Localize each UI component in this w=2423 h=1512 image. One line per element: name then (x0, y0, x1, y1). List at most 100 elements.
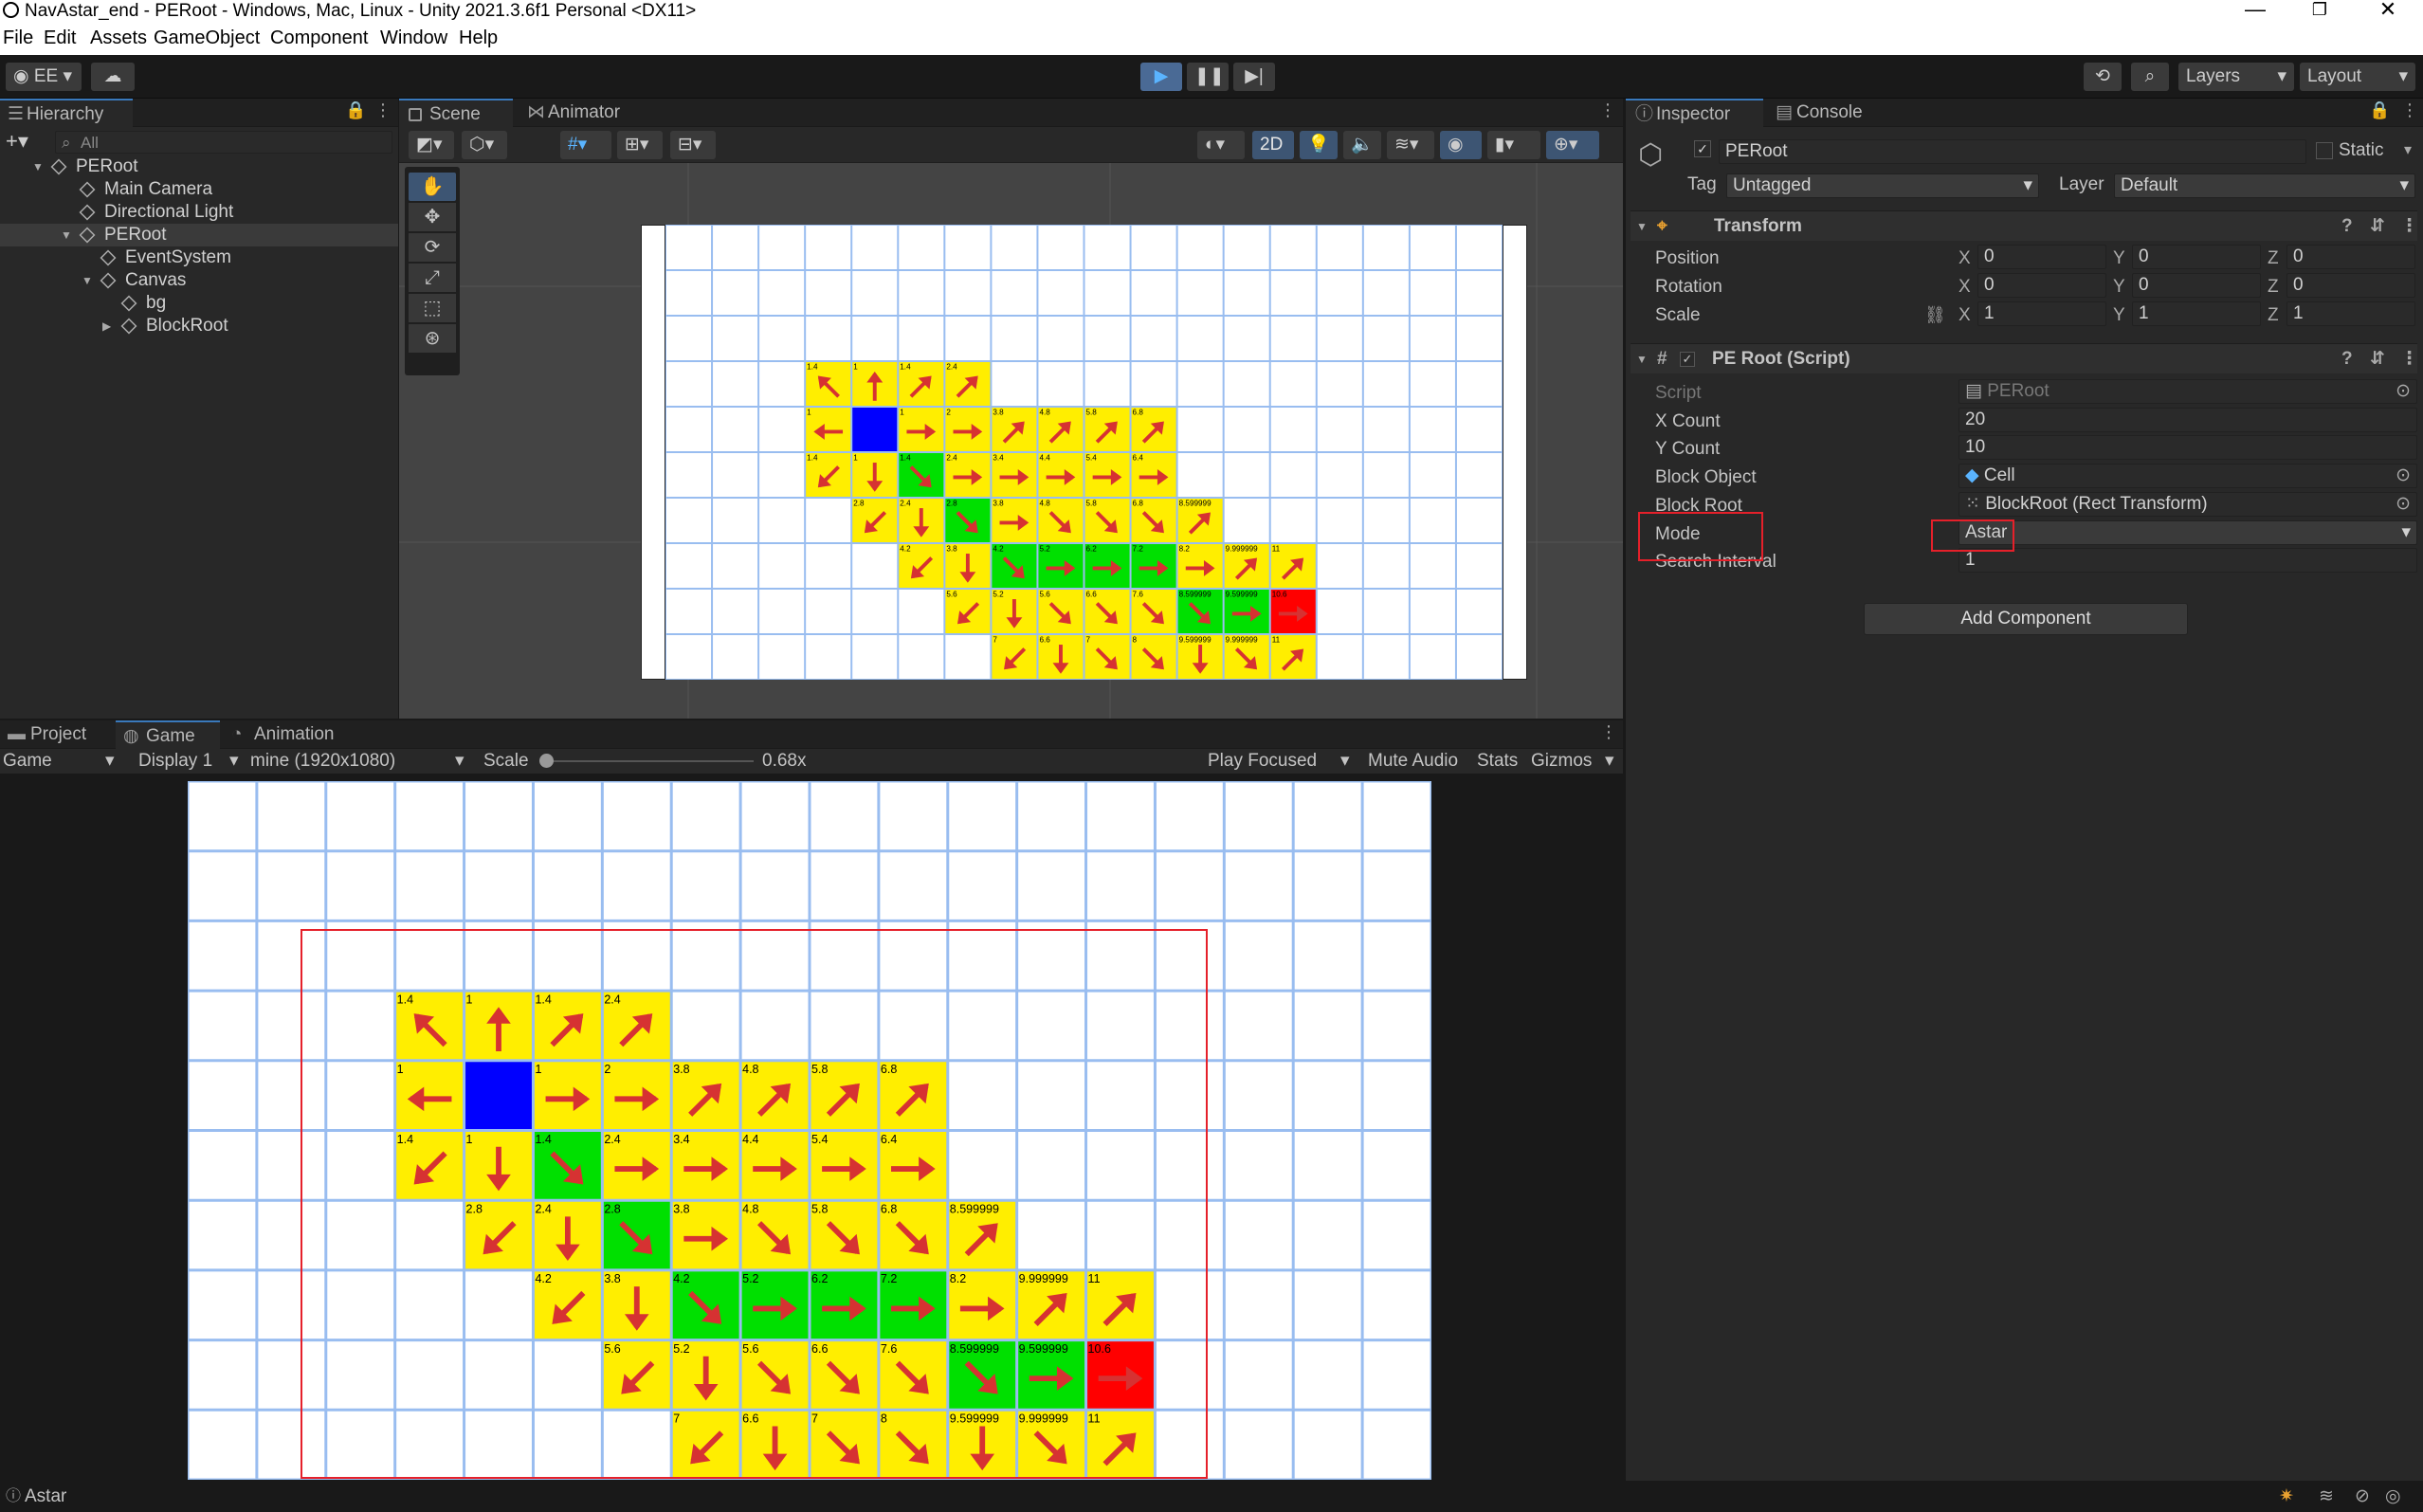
panel-menu-icon[interactable]: ⋮ (374, 100, 392, 120)
hierarchy-item[interactable]: ▶ BlockRoot (0, 315, 398, 337)
y-count-field[interactable]: 10 (1958, 435, 2417, 461)
block-object-field[interactable]: ◆ ⊙ Cell (1958, 464, 2417, 489)
grid-cell[interactable]: 9.999999 (1223, 543, 1270, 589)
script-enabled-checkbox[interactable]: ✓ (1680, 352, 1695, 367)
grid-cell[interactable]: 2 (944, 407, 992, 452)
grid-cell[interactable]: 8.599999 (1176, 589, 1224, 634)
grid-cell[interactable]: 9.599999 (1223, 589, 1270, 634)
transform-tool[interactable]: ⊛ (409, 324, 456, 353)
grid-cell[interactable]: 7.6 (1130, 589, 1177, 634)
tag-dropdown[interactable]: Untagged ▾ (1726, 173, 2039, 198)
game-menu-icon[interactable]: ⋮ (1600, 722, 1617, 742)
lock-icon[interactable]: 🔒 (2369, 100, 2390, 120)
close-button[interactable]: ✕ (2366, 0, 2410, 23)
scene-grid[interactable]: 1.4 1 1.4 2.41 1 2 3.8 4.8 5.8 6.81.4 1 1.4 2.4 3.4 4.… (665, 225, 1503, 680)
cloud-button[interactable]: ☁ (91, 63, 135, 91)
move-tool[interactable]: ✥ (409, 203, 456, 231)
transform-position-x-field[interactable]: 0 (1977, 245, 2106, 269)
hierarchy-item[interactable]: ▼ PERoot (0, 224, 398, 246)
search-interval-field[interactable]: 1 (1958, 548, 2417, 574)
pause-button[interactable]: ❚❚ (1187, 63, 1229, 91)
gizmos-dropdown[interactable]: Gizmos ▾ (1531, 749, 1614, 774)
game-mode-dropdown[interactable]: Game ▾ (3, 749, 115, 774)
add-component-button[interactable]: Add Component (1864, 603, 2188, 635)
play-button[interactable]: ▶ (1140, 63, 1182, 91)
preset-icon[interactable]: ⇵ (2370, 211, 2385, 242)
hierarchy-item[interactable]: bg (0, 292, 398, 315)
progress-icon[interactable]: ◎ (2385, 1482, 2401, 1512)
grid-cell[interactable]: 6.8 (1130, 498, 1177, 543)
transform-position-y-field[interactable]: 0 (2132, 245, 2261, 269)
grid-cell[interactable]: 6.4 (1130, 452, 1177, 498)
grid-cell[interactable]: 4.8 (1037, 407, 1084, 452)
grid-cell[interactable]: 1.4 (898, 361, 945, 407)
step-button[interactable]: ▶| (1233, 63, 1275, 91)
tab-hierarchy[interactable]: ☰ Hierarchy (0, 99, 133, 127)
hierarchy-item[interactable]: EventSystem (0, 246, 398, 269)
grid-cell[interactable]: 11 (1269, 543, 1317, 589)
grid-cell[interactable]: 5.4 (1084, 452, 1131, 498)
transform-scale-z-field[interactable]: 1 (2286, 301, 2415, 326)
transform-scale-x-field[interactable]: 1 (1977, 301, 2106, 326)
grid-cell[interactable]: 3.4 (991, 452, 1038, 498)
transform-header[interactable]: ▼ ⌖ Transform ? ⇵ ⋮ (1631, 210, 2418, 242)
grid-cell[interactable]: 9.599999 (1176, 634, 1224, 680)
create-button[interactable]: +▾ (6, 129, 34, 154)
grid-cell[interactable]: 1.4 (805, 452, 852, 498)
active-checkbox[interactable]: ✓ (1694, 140, 1711, 157)
grid-cell[interactable]: 8.2 (1176, 543, 1224, 589)
help-icon[interactable]: ? (2341, 211, 2353, 242)
rect-tool[interactable]: ⬚ (409, 294, 456, 322)
grid-cell[interactable]: 5.2 (991, 589, 1038, 634)
rotate-tool[interactable]: ⟳ (409, 233, 456, 262)
grid-cell[interactable]: 1.4 (805, 361, 852, 407)
network-icon[interactable]: ⊘ (2355, 1482, 2370, 1512)
grid-cell[interactable]: 2.4 (898, 498, 945, 543)
menu-edit[interactable]: Edit (44, 27, 76, 49)
draw-mode-button[interactable]: ◩▾ (409, 131, 454, 159)
tab-animation[interactable]: ◔ Animation (224, 720, 366, 749)
account-dropdown[interactable]: ◉ EE ▾ (6, 63, 82, 91)
display-dropdown[interactable]: Display 1 ▾ (138, 749, 239, 774)
grid-snap-button[interactable]: #▾ (560, 131, 611, 159)
script-field[interactable]: ▤ ⊙ PERoot (1958, 379, 2417, 404)
grid-cell[interactable]: 1 (898, 407, 945, 452)
grid-cell[interactable]: 3.8 (944, 543, 992, 589)
menu-window[interactable]: Window (380, 27, 447, 49)
component-menu-icon[interactable]: ⋮ (2400, 211, 2418, 242)
grid-cell[interactable]: 6.6 (1037, 634, 1084, 680)
hierarchy-search-input[interactable]: ⌕ All (55, 131, 392, 154)
play-focused-dropdown[interactable]: Play Focused ▾ (1208, 749, 1350, 774)
scale-slider-handle[interactable] (539, 754, 554, 768)
preset-icon[interactable]: ⇵ (2370, 344, 2385, 374)
grid-cell[interactable]: 4.4 (1037, 452, 1084, 498)
audio-button[interactable]: 🔈 (1343, 131, 1381, 159)
fold-arrow-icon[interactable]: ▼ (82, 269, 93, 292)
menu-gameobject[interactable]: GameObject (154, 27, 260, 49)
tab-console[interactable]: ▤ Console (1766, 99, 1899, 127)
camera-button[interactable]: ▮▾ (1487, 131, 1540, 159)
grid-cell[interactable]: 4.8 (1037, 498, 1084, 543)
grid-cell[interactable]: 11 (1269, 634, 1317, 680)
grid-cell[interactable]: 6.2 (1084, 543, 1131, 589)
lighting-button[interactable]: 💡 (1300, 131, 1338, 159)
hierarchy-item[interactable]: Main Camera (0, 178, 398, 201)
scale-slider-track[interactable] (545, 760, 754, 762)
grid-cell[interactable]: 10.6 (1269, 589, 1317, 634)
minimize-button[interactable]: — (2233, 0, 2277, 23)
layer-dropdown[interactable]: Default ▾ (2114, 173, 2415, 198)
script-header[interactable]: ▼ # ✓ PE Root (Script) ? ⇵ ⋮ (1631, 343, 2418, 374)
grid-cell[interactable]: 5.8 (1084, 498, 1131, 543)
gizmos-button[interactable]: ⊕▾ (1546, 131, 1599, 159)
grid-cell[interactable]: 2.4 (944, 361, 992, 407)
tab-scene[interactable]: Scene (399, 99, 513, 127)
grid-cell[interactable]: 2.8 (944, 498, 992, 543)
object-picker-icon[interactable]: ⊙ (2396, 493, 2411, 516)
grid-cell[interactable]: 5.2 (1037, 543, 1084, 589)
transform-position-z-field[interactable]: 0 (2286, 245, 2415, 269)
tab-inspector[interactable]: ⓘ Inspector (1626, 99, 1763, 127)
grid-cell[interactable]: 5.6 (944, 589, 992, 634)
search-button[interactable]: ⌕ (2131, 63, 2169, 91)
object-picker-icon[interactable]: ⊙ (2396, 465, 2411, 487)
fold-arrow-icon[interactable]: ▼ (32, 155, 44, 178)
